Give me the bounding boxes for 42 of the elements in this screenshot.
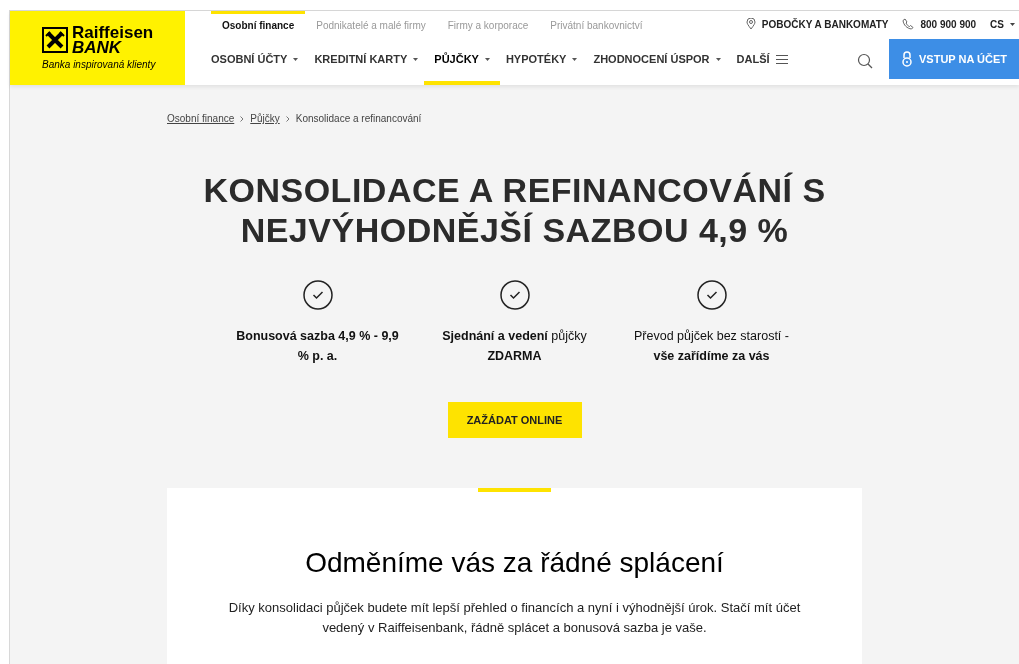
logo-tagline: Banka inspirovaná klienty (42, 57, 156, 72)
nav-menu-item[interactable]: OSOBNÍ ÚČTY (211, 37, 299, 85)
nav-menu-item[interactable]: HYPOTÉKY (505, 37, 578, 85)
logo-text: BANK (72, 39, 122, 55)
caret-icon (1010, 22, 1015, 26)
breadcrumb-current: Konsolidace a refinancování (295, 112, 422, 126)
nav-menu-item[interactable]: ZHODNOCENÍ ÚSPOR (593, 37, 721, 85)
segment-tab[interactable]: Osobní finance (211, 11, 306, 37)
breadcrumb-link[interactable]: Osobní finance (167, 111, 235, 126)
nav-menu-item[interactable]: KREDITNÍ KARTY (314, 37, 419, 85)
menu-icon (775, 54, 788, 64)
section-paragraph: Díky konsolidaci půjček budete mít lepší přehled o financích a nyní i výhodnější úrok. Stačí mít účet vedený v Raiffeisenbank, řádně splácet a bonusová sazba je vaše. (228, 599, 801, 637)
apply-online-button[interactable]: ZAŽÁDAT ONLINE (447, 402, 582, 438)
padlock-icon (901, 51, 913, 67)
caret-icon (484, 57, 490, 61)
check-circle-icon (302, 280, 333, 310)
caret-icon (715, 57, 721, 61)
page-title: KONSOLIDACE A REFINANCOVÁNÍ S (203, 170, 826, 210)
section-heading: Odměníme vás za řádné splácení (305, 546, 724, 580)
logo-icon (42, 26, 68, 53)
breadcrumb-link[interactable]: Půjčky (250, 111, 280, 126)
logo[interactable]: Raiffeisen BANK Banka inspirovaná klienty (10, 11, 185, 85)
chevron-icon (285, 115, 290, 122)
phone-icon (902, 18, 915, 30)
feature-text: Převod půjček bez starostí - vše zařídíme za vás (634, 328, 789, 365)
chevron-icon (240, 115, 245, 122)
language-selector[interactable]: CS (990, 16, 1015, 32)
page-title: NEJVÝHODNĚJŠÍ SAZBOU 4,9 % (240, 210, 789, 250)
feature-text: Bonusová sazba 4,9 % - 9,9 % p. a. (236, 328, 399, 365)
nav-menu-item[interactable]: DALŠÍ (736, 37, 788, 85)
logo-text: Raiffeisen (72, 24, 154, 40)
branches-link[interactable]: POBOČKY A BANKOMATY (761, 16, 889, 32)
search-icon[interactable] (857, 53, 873, 69)
caret-icon (413, 57, 419, 61)
feature-text: Sjednání a vedení půjčky ZDARMA (442, 328, 587, 365)
phone-link[interactable]: 800 900 900 (920, 16, 977, 32)
caret-icon (293, 57, 299, 61)
caret-icon (572, 57, 578, 61)
check-circle-icon (499, 280, 530, 310)
nav-menu-item[interactable]: PŮJČKY (424, 37, 500, 85)
location-pin-icon (745, 18, 756, 30)
check-circle-icon (696, 280, 727, 310)
